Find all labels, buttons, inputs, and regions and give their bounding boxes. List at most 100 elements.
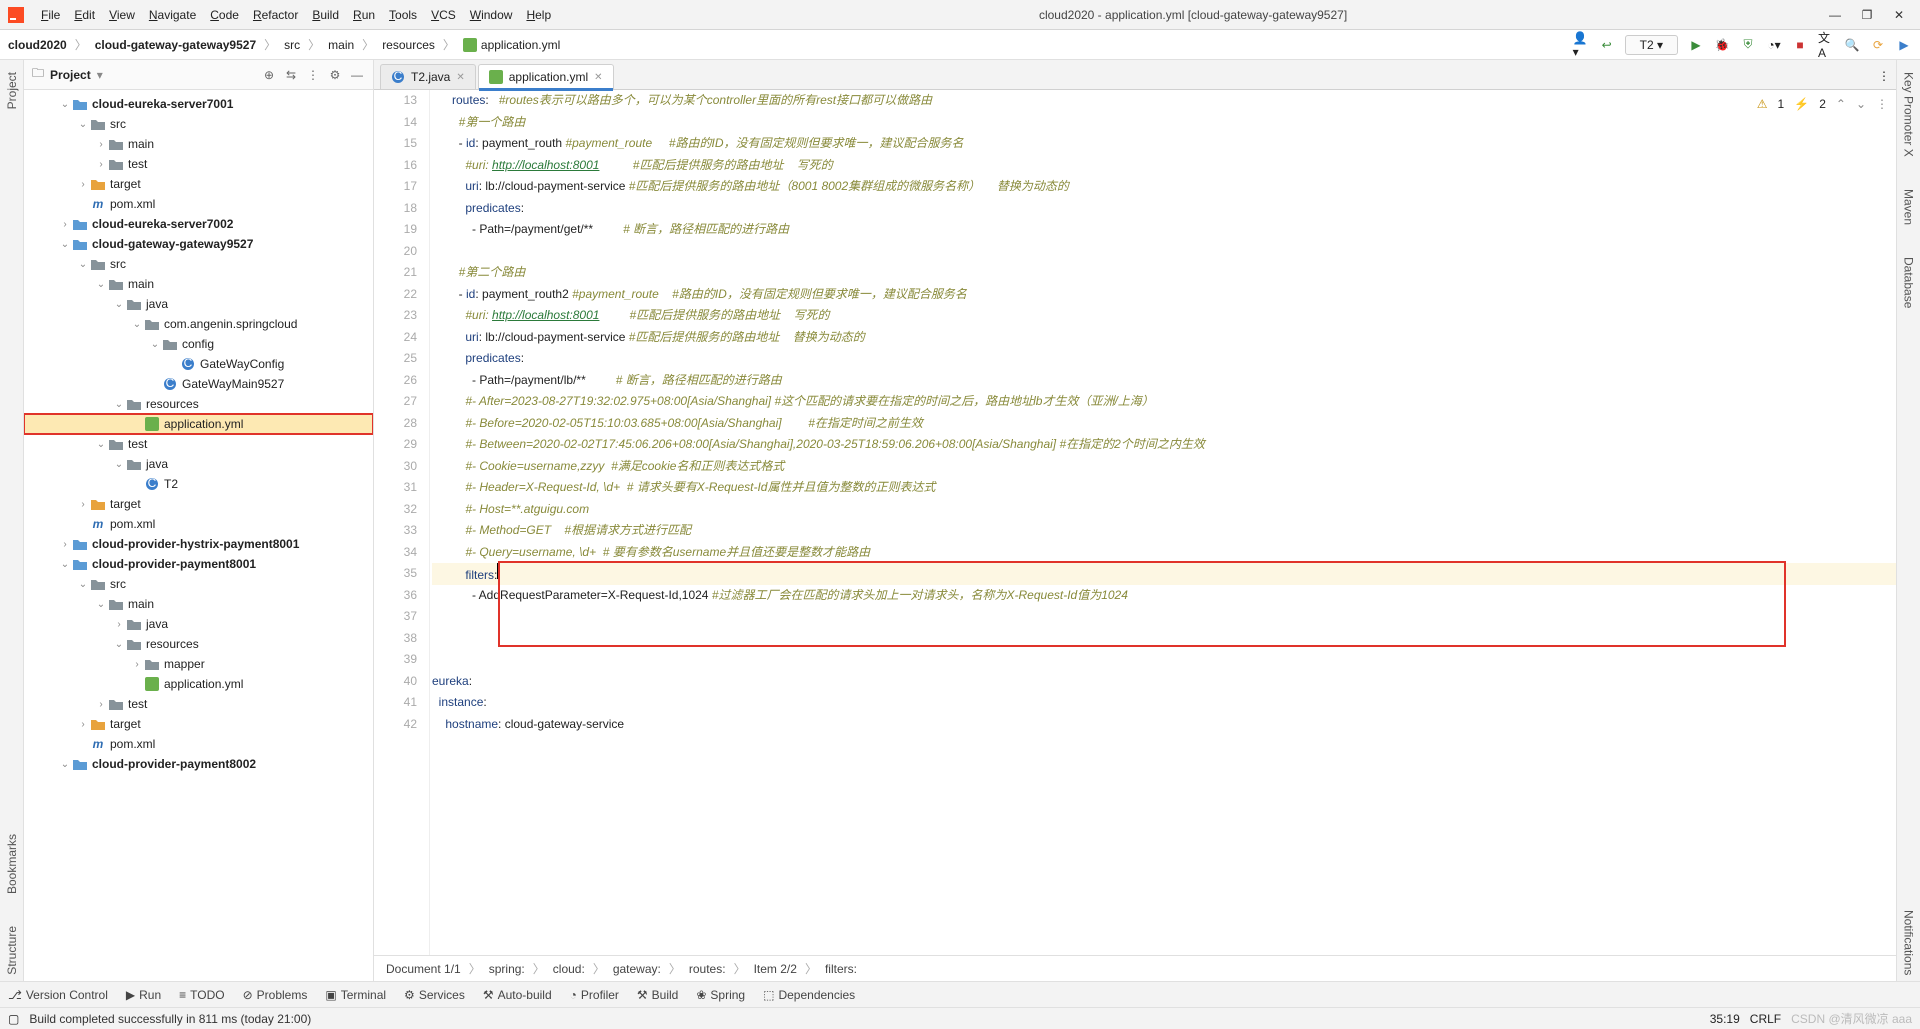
menu-file[interactable]: File — [34, 8, 67, 22]
close-tab-icon[interactable]: ✕ — [594, 72, 602, 83]
notifications-tool-tab[interactable]: Notifications — [1900, 904, 1918, 981]
expand-icon[interactable]: ⇆ — [283, 68, 299, 82]
database-tool-tab[interactable]: Database — [1900, 251, 1918, 314]
debug-icon[interactable]: 🐞 — [1714, 37, 1730, 53]
tree-node[interactable]: ⌄java — [24, 294, 373, 314]
run-icon[interactable]: ▶ — [1688, 37, 1704, 53]
ide-actions-icon[interactable]: ▶ — [1896, 37, 1912, 53]
tree-node[interactable]: ⌄main — [24, 594, 373, 614]
run-config-selector[interactable]: T2 ▾ — [1625, 35, 1678, 55]
menu-window[interactable]: Window — [463, 8, 520, 22]
tree-node[interactable]: ⌄main — [24, 274, 373, 294]
menu-tools[interactable]: Tools — [382, 8, 424, 22]
tree-node[interactable]: application.yml — [24, 414, 373, 434]
tree-node[interactable]: ⌄cloud-provider-payment8002 — [24, 754, 373, 774]
tree-node[interactable]: ›target — [24, 494, 373, 514]
tree-node[interactable]: ›test — [24, 694, 373, 714]
tree-node[interactable]: ›cloud-eureka-server7002 — [24, 214, 373, 234]
tree-node[interactable]: ⌄com.angenin.springcloud — [24, 314, 373, 334]
tree-node[interactable]: ⌄cloud-provider-payment8001 — [24, 554, 373, 574]
tree-node[interactable]: ›target — [24, 714, 373, 734]
tree-node[interactable]: ⌄src — [24, 114, 373, 134]
breadcrumb-item[interactable]: filters: — [825, 962, 857, 976]
tree-node[interactable]: ⌄java — [24, 454, 373, 474]
project-tree[interactable]: ⌄cloud-eureka-server7001⌄src›main›test›t… — [24, 90, 373, 981]
locate-icon[interactable]: ⊕ — [261, 68, 277, 82]
hide-icon[interactable]: — — [349, 68, 365, 82]
maven-tool-tab[interactable]: Maven — [1900, 183, 1918, 231]
tab-more-icon[interactable]: ⋮ — [1872, 63, 1896, 89]
breadcrumb-item[interactable]: Item 2/2 — [754, 962, 797, 976]
keypromoter-tool-tab[interactable]: Key Promoter X — [1900, 66, 1918, 163]
collapse-icon[interactable]: ⋮ — [305, 68, 321, 82]
tree-node[interactable]: ›mapper — [24, 654, 373, 674]
tool-build[interactable]: ⚒Build — [637, 988, 678, 1002]
tree-node[interactable]: ⌄resources — [24, 394, 373, 414]
tool-version-control[interactable]: ⎇Version Control — [8, 988, 108, 1002]
editor-tab[interactable]: application.yml✕ — [478, 64, 614, 89]
tool-services[interactable]: ⚙Services — [404, 988, 465, 1002]
translate-icon[interactable]: 文A — [1818, 37, 1834, 53]
tree-node[interactable]: ›test — [24, 154, 373, 174]
tree-node[interactable]: ⌄cloud-eureka-server7001 — [24, 94, 373, 114]
tool-auto-build[interactable]: ⚒Auto-build — [483, 988, 552, 1002]
menu-build[interactable]: Build — [305, 8, 346, 22]
project-title[interactable]: Project — [50, 68, 91, 82]
tree-node[interactable]: mpom.xml — [24, 514, 373, 534]
menu-edit[interactable]: Edit — [67, 8, 102, 22]
bookmarks-tool-tab[interactable]: Bookmarks — [3, 828, 21, 900]
tree-node[interactable]: ⌄src — [24, 254, 373, 274]
menu-run[interactable]: Run — [346, 8, 382, 22]
structure-tool-tab[interactable]: Structure — [3, 920, 21, 981]
tool-todo[interactable]: ≡TODO — [179, 988, 224, 1002]
back-arrow-icon[interactable]: ↩ — [1599, 37, 1615, 53]
tree-node[interactable]: ⌄test — [24, 434, 373, 454]
crumb-item[interactable]: main — [328, 38, 354, 52]
crumb-item[interactable]: application.yml — [481, 38, 560, 52]
tool-terminal[interactable]: ▣Terminal — [325, 988, 386, 1002]
breadcrumb-item[interactable]: cloud: — [553, 962, 585, 976]
tool-profiler[interactable]: ◔Profiler — [570, 988, 619, 1002]
tree-node[interactable]: ›java — [24, 614, 373, 634]
code-area[interactable]: routes: #routes表示可以路由多个，可以为某个controller里… — [430, 90, 1896, 955]
editor-breadcrumbs[interactable]: Document 1/1〉spring:〉cloud:〉gateway:〉rou… — [374, 955, 1896, 981]
minimize-button[interactable]: — — [1828, 8, 1842, 22]
menu-code[interactable]: Code — [203, 8, 246, 22]
tree-node[interactable]: ›target — [24, 174, 373, 194]
menu-help[interactable]: Help — [519, 8, 558, 22]
breadcrumb-item[interactable]: Document 1/1 — [386, 962, 461, 976]
user-icon[interactable]: 👤▾ — [1573, 37, 1589, 53]
stop-icon[interactable]: ■ — [1792, 37, 1808, 53]
crumb-item[interactable]: resources — [382, 38, 435, 52]
tool-run[interactable]: ▶Run — [126, 988, 161, 1002]
tool-problems[interactable]: ⊘Problems — [243, 988, 308, 1002]
breadcrumb-item[interactable]: gateway: — [613, 962, 661, 976]
tree-node[interactable]: CGateWayMain9527 — [24, 374, 373, 394]
menu-view[interactable]: View — [102, 8, 142, 22]
project-tool-tab[interactable]: Project — [3, 66, 21, 115]
line-ending[interactable]: CRLF — [1750, 1012, 1781, 1026]
tree-node[interactable]: CGateWayConfig — [24, 354, 373, 374]
tree-node[interactable]: mpom.xml — [24, 734, 373, 754]
coverage-icon[interactable]: ⛨ — [1740, 37, 1756, 53]
tree-node[interactable]: mpom.xml — [24, 194, 373, 214]
tree-node[interactable]: ›cloud-provider-hystrix-payment8001 — [24, 534, 373, 554]
close-button[interactable]: ✕ — [1892, 8, 1906, 22]
sync-icon[interactable]: ⟳ — [1870, 37, 1886, 53]
close-tab-icon[interactable]: ✕ — [456, 72, 464, 83]
line-gutter[interactable]: 1314151617181920212223242526272829303132… — [374, 90, 430, 955]
profile-icon[interactable]: ◔▾ — [1766, 37, 1782, 53]
menu-refactor[interactable]: Refactor — [246, 8, 305, 22]
crumb-item[interactable]: cloud2020 — [8, 38, 67, 52]
crumb-item[interactable]: src — [284, 38, 300, 52]
tree-node[interactable]: ⌄src — [24, 574, 373, 594]
tree-node[interactable]: ⌄config — [24, 334, 373, 354]
menu-navigate[interactable]: Navigate — [142, 8, 203, 22]
settings-icon[interactable]: ⚙ — [327, 68, 343, 82]
tree-node[interactable]: ›main — [24, 134, 373, 154]
maximize-button[interactable]: ❐ — [1860, 8, 1874, 22]
search-icon[interactable]: 🔍 — [1844, 37, 1860, 53]
breadcrumb-item[interactable]: routes: — [689, 962, 726, 976]
tree-node[interactable]: application.yml — [24, 674, 373, 694]
tool-spring[interactable]: ❀Spring — [696, 988, 745, 1002]
